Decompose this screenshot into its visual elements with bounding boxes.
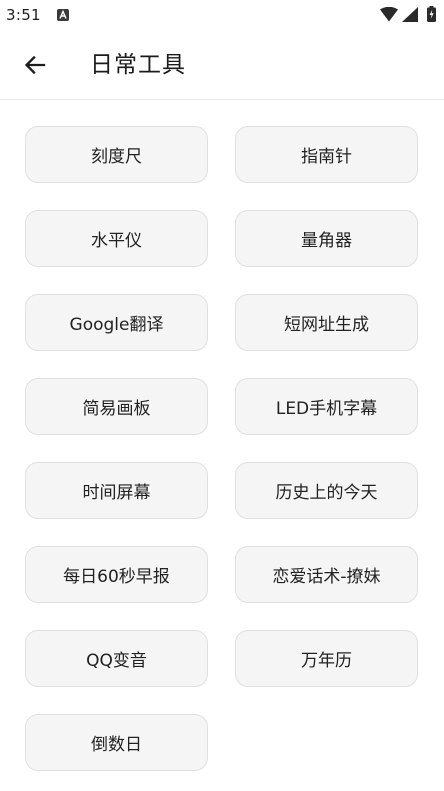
back-button[interactable]	[16, 46, 54, 84]
tool-button-daily-news[interactable]: 每日60秒早报	[25, 546, 208, 603]
wifi-icon	[380, 7, 398, 22]
signal-icon	[402, 7, 418, 22]
app-bar: 日常工具	[0, 30, 444, 100]
tool-button-google-translate[interactable]: Google翻译	[25, 294, 208, 351]
status-time: 3:51	[6, 6, 41, 24]
tool-button-history-today[interactable]: 历史上的今天	[235, 462, 418, 519]
page-title: 日常工具	[90, 52, 186, 78]
battery-icon	[427, 6, 436, 22]
tool-button-compass[interactable]: 指南针	[235, 126, 418, 183]
tool-button-love-talk[interactable]: 恋爱话术-撩妹	[235, 546, 418, 603]
tool-button-protractor[interactable]: 量角器	[235, 210, 418, 267]
tool-button-calendar[interactable]: 万年历	[235, 630, 418, 687]
status-bar: 3:51	[0, 0, 444, 30]
tool-button-qq-voice[interactable]: QQ变音	[25, 630, 208, 687]
tool-button-ruler[interactable]: 刻度尺	[25, 126, 208, 183]
tool-button-short-url[interactable]: 短网址生成	[235, 294, 418, 351]
notification-a-icon	[57, 9, 69, 21]
tool-button-drawing-board[interactable]: 简易画板	[25, 378, 208, 435]
tool-button-led-subtitles[interactable]: LED手机字幕	[235, 378, 418, 435]
tool-button-time-screen[interactable]: 时间屏幕	[25, 462, 208, 519]
tool-button-level[interactable]: 水平仪	[25, 210, 208, 267]
arrow-left-icon	[24, 55, 46, 75]
tool-button-countdown[interactable]: 倒数日	[25, 714, 208, 771]
